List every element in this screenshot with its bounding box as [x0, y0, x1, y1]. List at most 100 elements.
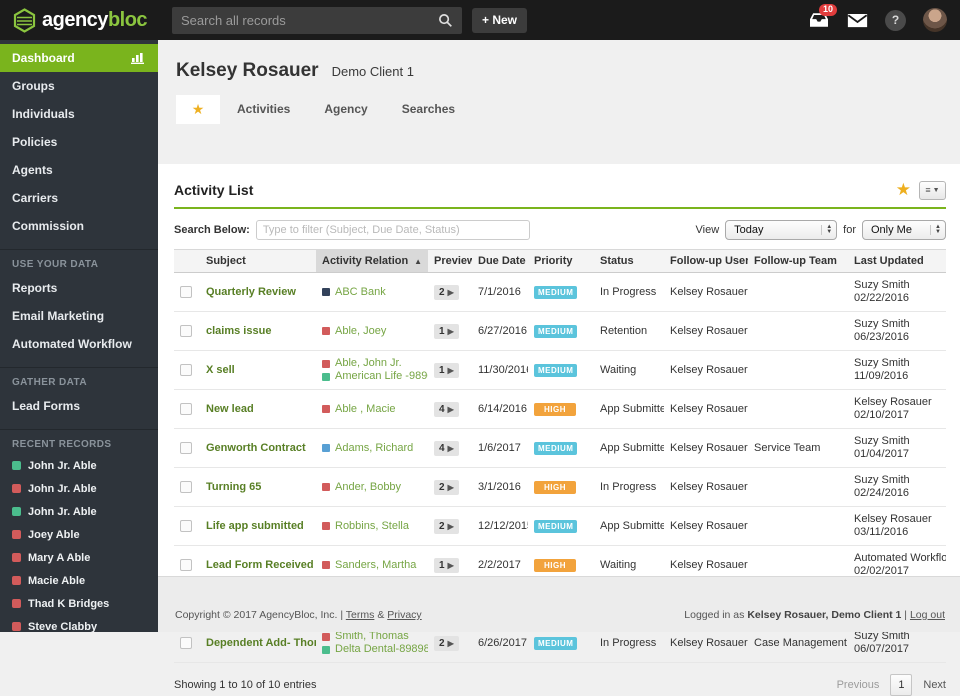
relation-type-square: [322, 632, 330, 641]
priority-badge: MEDIUM: [534, 363, 578, 377]
followup-user: Kelsey Rosauer: [670, 403, 748, 415]
preview-badge[interactable]: 2 ▶: [434, 284, 459, 300]
relation-type-square: [322, 483, 330, 491]
row-checkbox[interactable]: [180, 403, 192, 415]
column-header[interactable]: ▲ Activity Relation: [316, 249, 428, 273]
sidebar-item-policies[interactable]: Policies: [0, 128, 158, 156]
relation-link[interactable]: American Life -98908...: [322, 370, 428, 383]
recent-record-item[interactable]: John Jr. Able: [0, 454, 158, 477]
page-number-button[interactable]: 1: [890, 674, 913, 696]
column-header[interactable]: Follow-up Team: [748, 249, 848, 273]
tab-activities[interactable]: Activities: [220, 95, 307, 124]
sidebar-item-groups[interactable]: Groups: [0, 72, 158, 100]
tab-favorites[interactable]: ★: [176, 95, 220, 124]
preview-badge[interactable]: 2 ▶: [434, 518, 459, 534]
sidebar-item-reports[interactable]: Reports: [0, 274, 158, 302]
activity-subject-link[interactable]: Lead Form Received - ...: [206, 559, 316, 571]
logout-link[interactable]: Log out: [910, 609, 945, 621]
row-checkbox[interactable]: [180, 442, 192, 454]
activity-subject-link[interactable]: Life app submitted: [206, 520, 304, 532]
preview-badge[interactable]: 1 ▶: [434, 362, 459, 378]
terms-link[interactable]: Terms: [346, 609, 375, 621]
preview-badge[interactable]: 2 ▶: [434, 635, 459, 651]
preview-badge[interactable]: 1 ▶: [434, 557, 459, 573]
tab-agency[interactable]: Agency: [307, 95, 384, 124]
relation-link[interactable]: Adams, Richard: [322, 442, 422, 455]
column-header[interactable]: Preview: [428, 249, 472, 273]
preview-badge[interactable]: 4▶: [434, 401, 459, 417]
record-type-square: [12, 576, 21, 585]
column-header[interactable]: Last Updated: [848, 249, 946, 273]
column-header[interactable]: Follow-up User: [664, 249, 748, 273]
recent-record-item[interactable]: Joey Able: [0, 523, 158, 546]
row-checkbox[interactable]: [180, 364, 192, 376]
next-page-button[interactable]: Next: [923, 679, 946, 691]
preview-badge[interactable]: 1 ▶: [434, 323, 459, 339]
last-updated-by: Suzy Smith: [854, 318, 910, 330]
recent-record-item[interactable]: Thad K Bridges: [0, 592, 158, 615]
activity-subject-link[interactable]: claims issue: [206, 325, 271, 337]
preview-badge[interactable]: 4▶: [434, 440, 459, 456]
activity-subject-link[interactable]: Dependent Add- Thom...: [206, 637, 316, 649]
privacy-link[interactable]: Privacy: [387, 609, 421, 621]
recent-record-item[interactable]: John Jr. Able: [0, 477, 158, 500]
recent-record-item[interactable]: John Jr. Able: [0, 500, 158, 523]
row-checkbox[interactable]: [180, 559, 192, 571]
row-checkbox[interactable]: [180, 286, 192, 298]
activity-subject-link[interactable]: Quarterly Review: [206, 286, 296, 298]
priority-badge: MEDIUM: [534, 285, 578, 299]
recent-record-item[interactable]: Macie Able: [0, 569, 158, 592]
for-select[interactable]: Only Me ▲ ▼: [862, 220, 946, 240]
relation-link[interactable]: Robbins, Stella: [322, 520, 422, 533]
list-options-button[interactable]: ≡ ▼: [919, 180, 946, 200]
sidebar-section: GATHER DATA Lead Forms: [0, 367, 158, 420]
help-button[interactable]: ?: [885, 9, 906, 31]
relation-link[interactable]: ABC Bank: [322, 286, 422, 299]
notifications-button[interactable]: 10: [808, 4, 838, 29]
sidebar-item-carriers[interactable]: Carriers: [0, 184, 158, 212]
recent-record-item[interactable]: Steve Clabby: [0, 615, 158, 632]
new-record-button[interactable]: + New: [472, 7, 528, 33]
search-icon[interactable]: [438, 13, 453, 28]
sidebar-item-email-marketing[interactable]: Email Marketing: [0, 302, 158, 330]
row-checkbox[interactable]: [180, 520, 192, 532]
followup-user: Kelsey Rosauer: [670, 442, 748, 454]
sidebar-item-lead-forms[interactable]: Lead Forms: [0, 392, 158, 420]
activity-subject-link[interactable]: New lead: [206, 403, 254, 415]
user-avatar[interactable]: [923, 8, 947, 32]
column-header[interactable]: Priority: [528, 249, 594, 273]
relation-link[interactable]: Able, Joey: [322, 325, 422, 338]
activity-subject-link[interactable]: Turning 65: [206, 481, 261, 493]
global-search-input[interactable]: [181, 12, 438, 28]
column-header[interactable]: Subject: [200, 249, 316, 273]
sidebar-item-individuals[interactable]: Individuals: [0, 100, 158, 128]
row-checkbox[interactable]: [180, 325, 192, 337]
global-search[interactable]: [172, 6, 462, 34]
row-checkbox[interactable]: [180, 637, 192, 649]
activity-subject-link[interactable]: Genworth Contract: [206, 442, 306, 454]
activity-subject-link[interactable]: X sell: [206, 364, 235, 376]
agencybloc-logo[interactable]: agencybloc: [0, 7, 158, 33]
sidebar-item-automated-workflow[interactable]: Automated Workflow: [0, 330, 158, 358]
sidebar-item-commission[interactable]: Commission: [0, 212, 158, 240]
previous-page-button[interactable]: Previous: [837, 679, 880, 691]
tab-searches[interactable]: Searches: [385, 95, 472, 124]
preview-badge[interactable]: 2 ▶: [434, 479, 459, 495]
relation-link[interactable]: Ander, Bobby: [322, 481, 422, 494]
column-header[interactable]: Due Date: [472, 249, 528, 273]
due-date: 6/14/2016: [478, 403, 527, 415]
relation-link[interactable]: Able, John Jr.: [322, 357, 422, 370]
favorite-star-icon[interactable]: ★: [896, 180, 911, 200]
sidebar-item-agents[interactable]: Agents: [0, 156, 158, 184]
recent-record-item[interactable]: Mary A Able: [0, 546, 158, 569]
filter-input[interactable]: [255, 220, 530, 240]
view-select[interactable]: Today ▲ ▼: [725, 220, 838, 240]
due-date: 11/30/2016: [478, 364, 528, 376]
sidebar-item-dashboard-active[interactable]: Dashboard: [0, 44, 158, 72]
relation-link[interactable]: Delta Dental-898989-...: [322, 643, 428, 656]
column-header[interactable]: Status: [594, 249, 664, 273]
relation-link[interactable]: Able , Macie: [322, 403, 422, 416]
messages-button[interactable]: [847, 13, 868, 28]
row-checkbox[interactable]: [180, 481, 192, 493]
relation-link[interactable]: Sanders, Martha: [322, 559, 422, 572]
